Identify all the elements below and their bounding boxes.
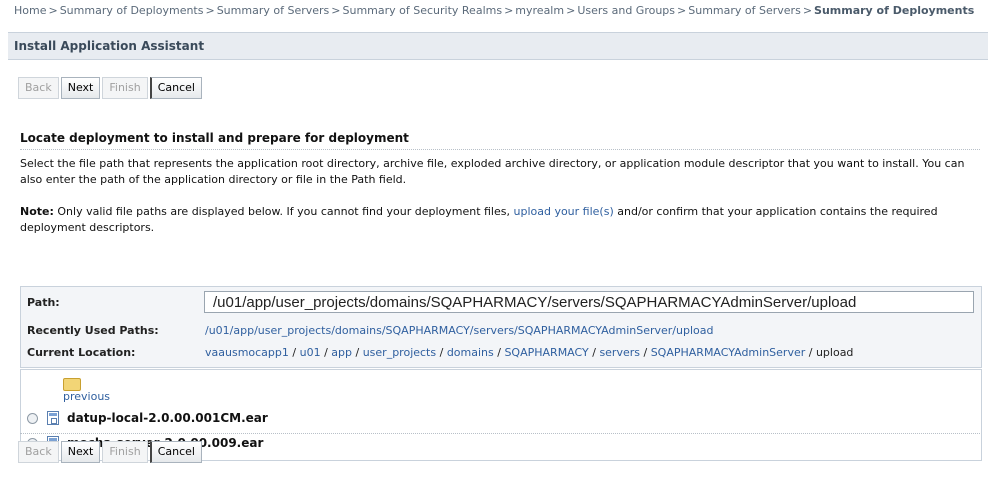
cancel-button[interactable]: Cancel: [149, 441, 202, 463]
back-button[interactable]: Back: [18, 77, 59, 99]
location-current: upload: [815, 346, 854, 359]
breadcrumb-myrealm[interactable]: myrealm: [515, 4, 564, 17]
breadcrumb-separator: >: [504, 4, 514, 17]
breadcrumb-separator: >: [802, 4, 813, 17]
location-separator: /: [588, 346, 600, 359]
recent-path-link[interactable]: /u01/app/user_projects/domains/SQAPHARMA…: [205, 324, 713, 337]
next-button[interactable]: Next: [60, 77, 101, 99]
breadcrumb-summary-of-security-realms[interactable]: Summary of Security Realms: [342, 4, 502, 17]
location-separator: /: [436, 346, 447, 359]
location-separator: /: [320, 346, 332, 359]
install-assistant-panel: Install Application Assistant Back Next Fi…: [8, 32, 988, 499]
breadcrumb-separator: >: [566, 4, 576, 17]
location-segment[interactable]: vaausmocapp1: [205, 346, 289, 359]
note-paragraph: Note: Only valid file paths are displaye…: [20, 204, 970, 236]
location-segment[interactable]: user_projects: [363, 346, 436, 359]
location-segment[interactable]: SQAPHARMACY: [504, 346, 588, 359]
section-title: Locate deployment to install and prepare…: [20, 131, 409, 145]
location-separator: /: [805, 346, 816, 359]
breadcrumb: Home > Summary of Deployments > Summary of S…: [0, 0, 996, 22]
breadcrumb-separator: >: [205, 4, 215, 17]
path-panel: Path: Recently Used Paths: /u01/app/user…: [20, 286, 982, 368]
note-label: Note:: [20, 205, 54, 218]
recent-paths-label: Recently Used Paths:: [27, 324, 159, 337]
breadcrumb-summary-of-deployments[interactable]: Summary of Deployments: [60, 4, 204, 17]
next-button[interactable]: Next: [60, 441, 101, 463]
breadcrumb-separator: >: [677, 4, 687, 17]
bottom-divider: [20, 433, 980, 434]
breadcrumb-summary-of-servers-2[interactable]: Summary of Servers: [688, 4, 801, 17]
current-location-label: Current Location:: [27, 346, 136, 359]
path-input[interactable]: [204, 291, 974, 313]
upload-files-link[interactable]: upload your file(s): [513, 205, 613, 218]
breadcrumb-home[interactable]: Home: [14, 4, 46, 17]
previous-link[interactable]: previous: [63, 390, 110, 403]
finish-button[interactable]: Finish: [102, 77, 148, 99]
section-divider: [20, 149, 980, 150]
location-segment[interactable]: u01: [300, 346, 321, 359]
file-name: datup-local-2.0.00.001CM.ear: [67, 411, 268, 425]
location-segment[interactable]: app: [331, 346, 352, 359]
top-button-bar: Back Next Finish Cancel: [18, 77, 204, 99]
ear-file-icon: [47, 411, 59, 425]
breadcrumb-separator: >: [48, 4, 58, 17]
file-radio[interactable]: [27, 413, 38, 424]
breadcrumb-current: Summary of Deployments: [814, 4, 975, 17]
breadcrumb-users-and-groups[interactable]: Users and Groups: [577, 4, 675, 17]
panel-title: Install Application Assistant: [8, 33, 988, 60]
location-separator: /: [493, 346, 505, 359]
bottom-button-bar: Back Next Finish Cancel: [18, 441, 204, 463]
finish-button[interactable]: Finish: [102, 441, 148, 463]
location-segment[interactable]: domains: [447, 346, 494, 359]
cancel-button[interactable]: Cancel: [149, 77, 202, 99]
location-separator: /: [288, 346, 300, 359]
location-separator: /: [352, 346, 363, 359]
path-label: Path:: [27, 296, 60, 309]
back-button[interactable]: Back: [18, 441, 59, 463]
section-description: Select the file path that represents the…: [20, 157, 965, 186]
location-segment[interactable]: SQAPHARMACYAdminServer: [651, 346, 806, 359]
previous-entry[interactable]: previous: [21, 378, 221, 406]
current-location-path: vaausmocapp1 / u01 / app / user_projects…: [205, 346, 853, 359]
breadcrumb-summary-of-servers[interactable]: Summary of Servers: [217, 4, 330, 17]
note-text: Only valid file paths are displayed belo…: [53, 205, 514, 218]
location-segment[interactable]: servers: [599, 346, 640, 359]
location-separator: /: [640, 346, 651, 359]
breadcrumb-separator: >: [331, 4, 341, 17]
